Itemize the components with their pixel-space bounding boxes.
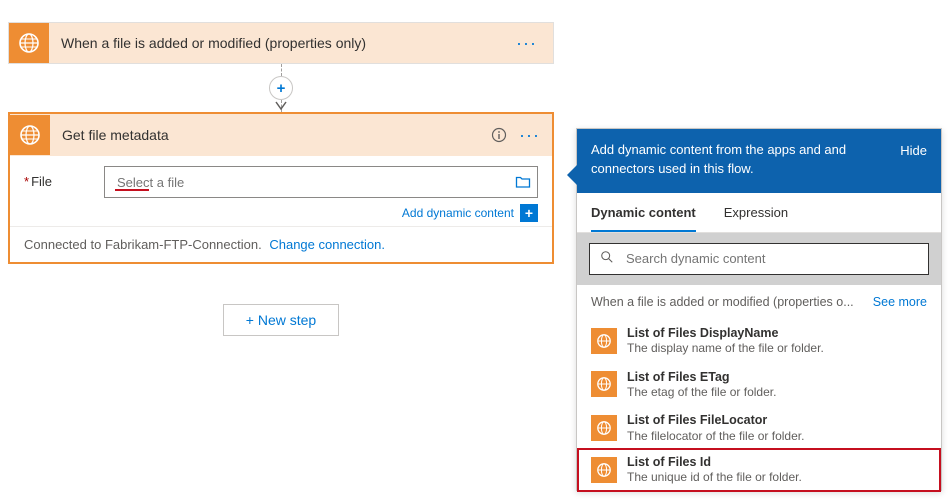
file-input[interactable] bbox=[115, 174, 515, 191]
tab-dynamic-content[interactable]: Dynamic content bbox=[591, 193, 696, 232]
search-wrapper bbox=[577, 233, 941, 285]
dynamic-panel-header: Add dynamic content from the apps and an… bbox=[577, 129, 941, 193]
action-more-menu[interactable]: ··· bbox=[513, 125, 546, 146]
item-desc: The etag of the file or folder. bbox=[627, 385, 927, 401]
action-card: Get file metadata ··· *File bbox=[8, 112, 554, 264]
action-title: Get file metadata bbox=[50, 127, 485, 143]
dynamic-item-displayname[interactable]: List of Files DisplayName The display na… bbox=[577, 319, 941, 363]
item-title: List of Files Id bbox=[627, 454, 927, 470]
ftp-connector-icon bbox=[10, 115, 50, 155]
hide-panel-link[interactable]: Hide bbox=[900, 141, 927, 158]
trigger-more-menu[interactable]: ··· bbox=[510, 33, 543, 54]
arrow-down-icon bbox=[275, 99, 287, 114]
dynamic-content-panel: Add dynamic content from the apps and an… bbox=[576, 128, 942, 491]
dynamic-items-list: List of Files DisplayName The display na… bbox=[577, 319, 941, 492]
search-icon bbox=[600, 250, 614, 267]
trigger-card[interactable]: When a file is added or modified (proper… bbox=[8, 22, 554, 64]
trigger-title: When a file is added or modified (proper… bbox=[49, 35, 510, 51]
file-field-row: *File Add dynamic content + bbox=[24, 166, 538, 222]
item-title: List of Files ETag bbox=[627, 369, 927, 385]
change-connection-link[interactable]: Change connection. bbox=[269, 237, 385, 252]
dynamic-item-filelocator[interactable]: List of Files FileLocator The filelocato… bbox=[577, 406, 941, 450]
item-title: List of Files DisplayName bbox=[627, 325, 927, 341]
ftp-connector-icon bbox=[9, 23, 49, 63]
search-box[interactable] bbox=[589, 243, 929, 275]
action-header[interactable]: Get file metadata ··· bbox=[10, 114, 552, 156]
item-title: List of Files FileLocator bbox=[627, 412, 927, 428]
ftp-connector-icon bbox=[591, 415, 617, 441]
dynamic-item-id[interactable]: List of Files Id The unique id of the fi… bbox=[577, 448, 941, 492]
dynamic-item-etag[interactable]: List of Files ETag The etag of the file … bbox=[577, 363, 941, 407]
dynamic-section-title: When a file is added or modified (proper… bbox=[591, 295, 863, 309]
add-dynamic-content-link[interactable]: Add dynamic content bbox=[402, 206, 514, 220]
add-dynamic-content-row: Add dynamic content + bbox=[104, 204, 538, 222]
dynamic-section-header: When a file is added or modified (proper… bbox=[577, 285, 941, 319]
search-input[interactable] bbox=[624, 250, 918, 267]
file-input-wrapper[interactable] bbox=[104, 166, 538, 198]
connection-footer: Connected to Fabrikam-FTP-Connection. Ch… bbox=[10, 227, 552, 262]
ftp-connector-icon bbox=[591, 371, 617, 397]
connection-status-text: Connected to Fabrikam-FTP-Connection. bbox=[24, 237, 262, 252]
see-more-link[interactable]: See more bbox=[863, 295, 927, 309]
spellcheck-underline-icon bbox=[115, 189, 149, 191]
item-desc: The unique id of the file or folder. bbox=[627, 470, 927, 486]
ftp-connector-icon bbox=[591, 328, 617, 354]
connector-line: + bbox=[8, 64, 554, 112]
info-icon[interactable] bbox=[485, 127, 513, 143]
ftp-connector-icon bbox=[591, 457, 617, 483]
tab-expression[interactable]: Expression bbox=[724, 193, 788, 232]
dynamic-panel-tabs: Dynamic content Expression bbox=[577, 193, 941, 233]
new-step-button[interactable]: + New step bbox=[223, 304, 339, 336]
required-star-icon: * bbox=[24, 174, 29, 189]
add-step-between-button[interactable]: + bbox=[269, 76, 293, 100]
file-field-label: *File bbox=[24, 166, 104, 189]
folder-picker-icon[interactable] bbox=[515, 174, 531, 190]
item-desc: The display name of the file or folder. bbox=[627, 341, 927, 357]
action-body: *File Add dynamic content + bbox=[10, 156, 552, 227]
panel-pointer-icon bbox=[567, 165, 577, 185]
dynamic-panel-header-text: Add dynamic content from the apps and an… bbox=[591, 141, 886, 179]
item-desc: The filelocator of the file or folder. bbox=[627, 429, 927, 445]
add-dynamic-content-button[interactable]: + bbox=[520, 204, 538, 222]
